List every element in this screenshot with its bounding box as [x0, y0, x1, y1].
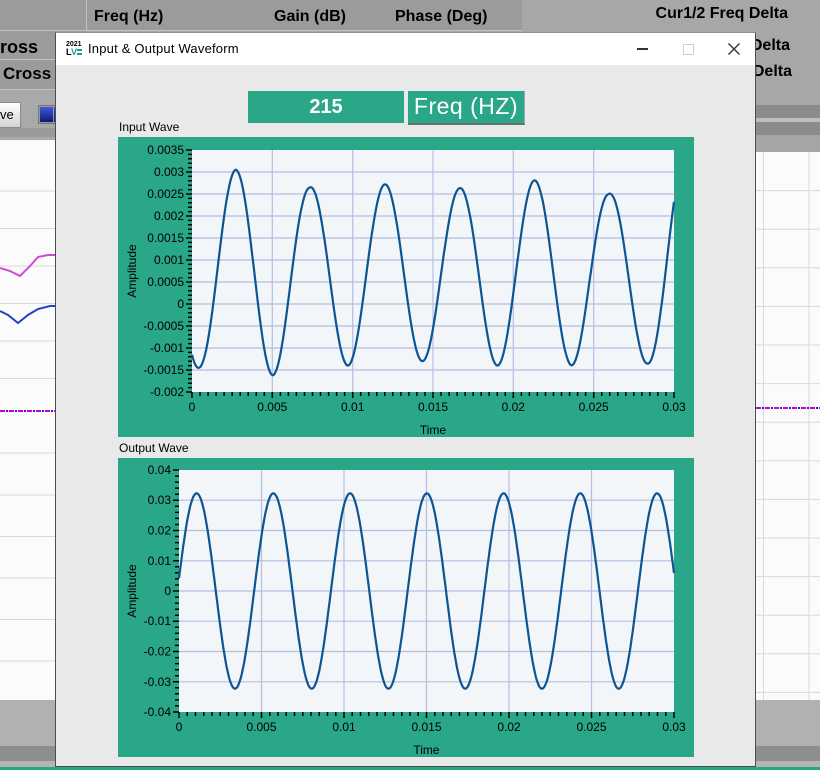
svg-text:-0.001: -0.001	[150, 341, 184, 355]
svg-text:0.002: 0.002	[154, 209, 184, 223]
svg-text:-0.0005: -0.0005	[143, 319, 184, 333]
svg-text:0.03: 0.03	[148, 493, 172, 507]
svg-text:-0.02: -0.02	[144, 645, 172, 659]
svg-text:-0.03: -0.03	[144, 675, 172, 689]
svg-text:0: 0	[164, 584, 171, 598]
svg-text:Time: Time	[420, 423, 447, 437]
svg-text:0.0025: 0.0025	[147, 187, 184, 201]
svg-text:0.001: 0.001	[154, 253, 184, 267]
svg-text:0.005: 0.005	[257, 400, 287, 414]
svg-text:-0.04: -0.04	[144, 705, 172, 719]
svg-text:0.02: 0.02	[148, 524, 172, 538]
svg-text:0.0035: 0.0035	[147, 143, 184, 157]
svg-text:0.02: 0.02	[502, 400, 526, 414]
svg-text:0: 0	[177, 297, 184, 311]
svg-text:0: 0	[176, 720, 183, 734]
svg-text:0.003: 0.003	[154, 165, 184, 179]
svg-text:0.01: 0.01	[332, 720, 356, 734]
svg-text:-0.01: -0.01	[144, 614, 172, 628]
svg-text:0.015: 0.015	[418, 400, 448, 414]
svg-text:0.04: 0.04	[148, 463, 172, 477]
svg-text:V: V	[71, 47, 77, 56]
svg-text:0.03: 0.03	[662, 720, 686, 734]
svg-text:0: 0	[189, 400, 196, 414]
svg-text:-0.002: -0.002	[150, 385, 184, 399]
svg-text:0.025: 0.025	[579, 400, 609, 414]
svg-text:0.01: 0.01	[341, 400, 365, 414]
svg-text:0.03: 0.03	[662, 400, 686, 414]
svg-text:0.0015: 0.0015	[147, 231, 184, 245]
svg-text:Amplitude: Amplitude	[125, 244, 139, 298]
svg-text:-0.0015: -0.0015	[143, 363, 184, 377]
svg-text:0.005: 0.005	[246, 720, 276, 734]
svg-text:0.02: 0.02	[497, 720, 521, 734]
svg-text:0.01: 0.01	[148, 554, 172, 568]
svg-text:Time: Time	[413, 743, 440, 757]
svg-text:0.0005: 0.0005	[147, 275, 184, 289]
svg-text:Amplitude: Amplitude	[125, 564, 139, 618]
svg-text:0.015: 0.015	[411, 720, 441, 734]
svg-text:0.025: 0.025	[576, 720, 606, 734]
